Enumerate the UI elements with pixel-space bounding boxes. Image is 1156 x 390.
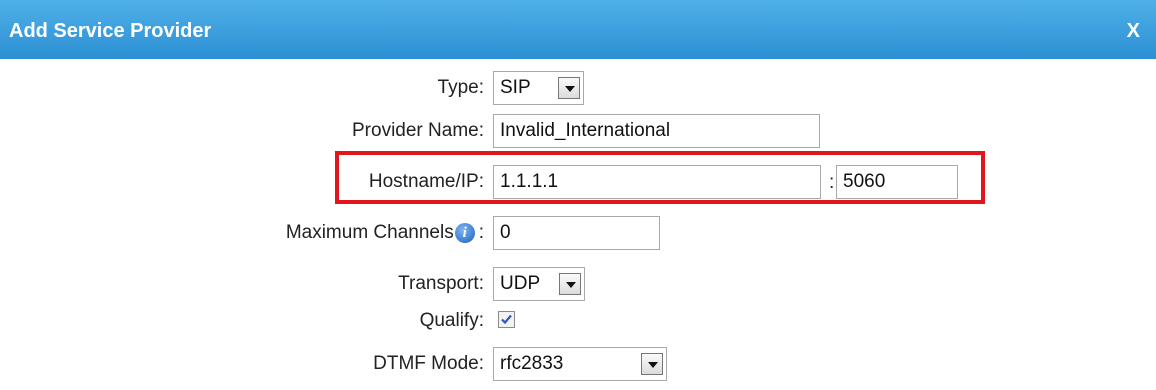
type-select-value: SIP — [500, 77, 531, 98]
info-icon[interactable]: i — [454, 223, 475, 243]
transport-select-value: UDP — [500, 273, 541, 294]
transport-select[interactable]: UDP — [493, 267, 585, 301]
hostname-input[interactable]: 1.1.1.1 — [493, 165, 821, 199]
close-button[interactable]: X — [1127, 20, 1140, 43]
hostname-label: Hostname/IP: — [368, 171, 484, 192]
qualify-label: Qualify: — [419, 310, 484, 331]
chevron-down-icon — [559, 273, 581, 295]
provider-name-input[interactable]: Invalid_International — [493, 114, 820, 148]
port-separator: : — [829, 172, 835, 193]
dtmf-mode-select-value: rfc2833 — [500, 353, 564, 374]
max-channels-input[interactable]: 0 — [493, 216, 660, 250]
dtmf-mode-label: DTMF Mode: — [373, 353, 484, 374]
type-label: Type: — [437, 77, 484, 98]
dialog-titlebar: Add Service Provider X — [0, 0, 1156, 59]
port-input[interactable]: 5060 — [836, 165, 958, 199]
checkmark-icon — [501, 314, 512, 325]
dialog-title: Add Service Provider — [9, 20, 212, 42]
qualify-checkbox[interactable] — [498, 311, 515, 328]
max-channels-colon: : — [478, 222, 484, 243]
transport-label: Transport: — [398, 273, 484, 294]
provider-name-label: Provider Name: — [352, 120, 484, 141]
dtmf-mode-select[interactable]: rfc2833 — [493, 347, 667, 381]
chevron-down-icon — [558, 77, 580, 99]
chevron-down-icon — [641, 353, 663, 375]
max-channels-label-text: Maximum Channels — [285, 222, 454, 243]
max-channels-label: Maximum Channels i: — [286, 216, 484, 250]
type-select[interactable]: SIP — [493, 71, 584, 105]
